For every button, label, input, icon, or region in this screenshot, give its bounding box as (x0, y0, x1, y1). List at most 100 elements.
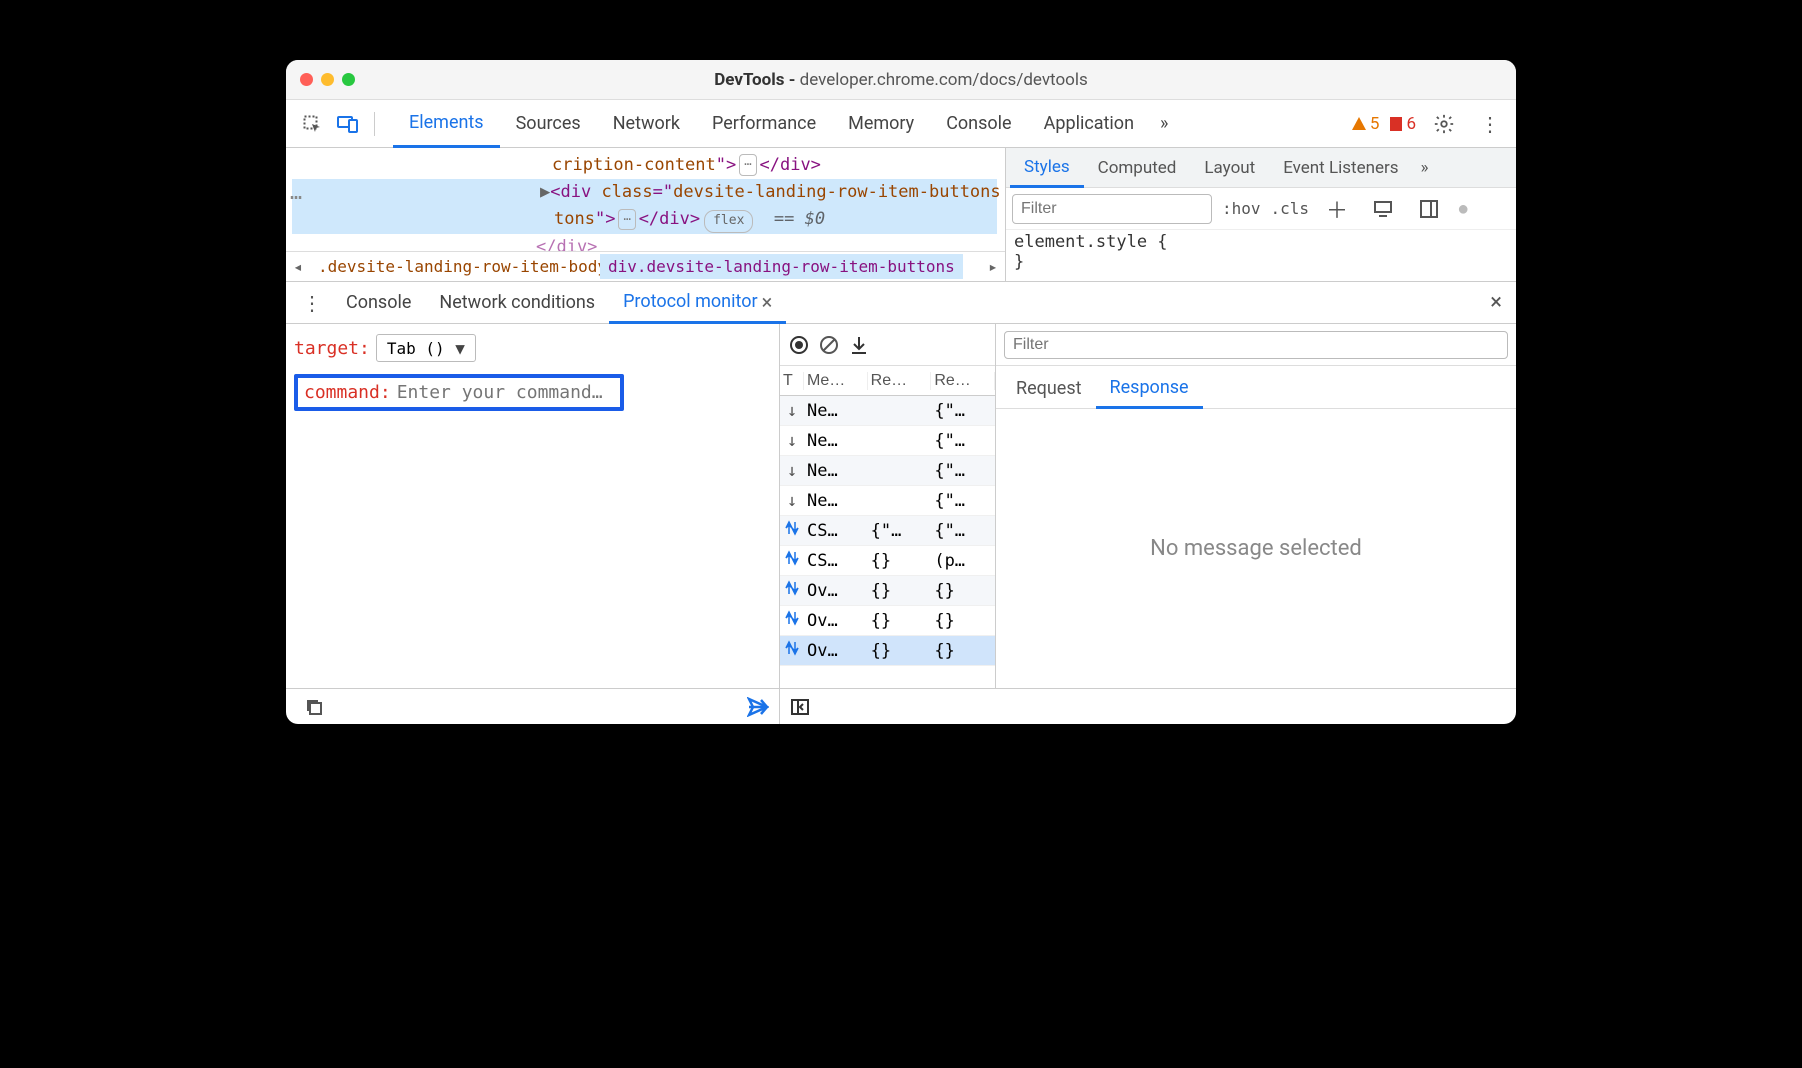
cell-response: {} (931, 641, 995, 661)
tab-styles[interactable]: Styles (1010, 148, 1084, 188)
main-toolbar: Elements Sources Network Performance Mem… (286, 100, 1516, 148)
tab-request[interactable]: Request (1002, 369, 1096, 409)
title-main: developer.chrome.com/docs/devtools (800, 70, 1088, 90)
target-label: target: (294, 338, 370, 359)
drawer-tab-network-conditions[interactable]: Network conditions (425, 282, 609, 324)
col-method[interactable]: Me… (804, 372, 868, 390)
toolbar-right: 5 6 ⋮ (1351, 110, 1508, 138)
protocol-toolbar (780, 324, 995, 366)
tab-event-listeners[interactable]: Event Listeners (1269, 148, 1412, 188)
errors-badge[interactable]: 6 (1389, 114, 1416, 134)
dom-line[interactable]: </div> (292, 234, 997, 251)
send-icon[interactable] (747, 697, 769, 717)
new-style-rule-icon[interactable]: ＋ (1323, 195, 1351, 223)
col-request[interactable]: Re… (868, 372, 932, 390)
table-row[interactable]: ↓Ne…{"… (780, 456, 995, 486)
title-prefix: DevTools - (714, 70, 799, 90)
breadcrumb-item[interactable]: .devsite-landing-row-item-body (310, 254, 600, 279)
table-row[interactable]: ↓Ne…{"… (780, 486, 995, 516)
cell-response: {"… (931, 521, 995, 541)
clear-icon[interactable] (816, 332, 842, 358)
computed-sidebar-icon[interactable] (1415, 195, 1443, 223)
tab-elements[interactable]: Elements (393, 100, 500, 148)
tab-sources[interactable]: Sources (500, 100, 597, 148)
cell-response: {"… (931, 461, 995, 481)
close-drawer-icon[interactable]: × (1490, 290, 1510, 315)
copy-icon[interactable] (300, 693, 328, 721)
cell-response: {} (931, 611, 995, 631)
devtools-window: DevTools - developer.chrome.com/docs/dev… (286, 60, 1516, 724)
dom-line-selected[interactable]: ▶<div class="devsite-landing-row-item-bu… (292, 179, 997, 206)
direction-icon: ↓ (780, 431, 804, 451)
protocol-messages-pane: T Me… Re… Re… ↓Ne…{"…↓Ne…{"…↓Ne…{"…↓Ne…{… (780, 324, 996, 688)
breadcrumb-right-icon[interactable]: ▸ (981, 257, 1005, 276)
warnings-badge[interactable]: 5 (1351, 114, 1380, 134)
col-type[interactable]: T (780, 372, 804, 390)
cls-toggle[interactable]: .cls (1271, 199, 1310, 218)
tabs-overflow-icon[interactable]: » (1150, 100, 1178, 148)
hov-toggle[interactable]: :hov (1222, 199, 1261, 218)
download-icon[interactable] (846, 332, 872, 358)
toggle-left-sidebar-icon[interactable] (786, 693, 814, 721)
tab-memory[interactable]: Memory (832, 100, 930, 148)
tab-computed[interactable]: Computed (1084, 148, 1191, 188)
cell-method: Ne… (804, 461, 868, 481)
styles-tabs-overflow-icon[interactable]: » (1413, 148, 1437, 188)
table-row[interactable]: Ov…{}{} (780, 606, 995, 636)
target-select[interactable]: Tab () ▼ (376, 334, 476, 362)
close-window-button[interactable] (300, 73, 313, 86)
dom-line[interactable]: cription-content">⋯</div> (292, 152, 997, 179)
zoom-window-button[interactable] (342, 73, 355, 86)
direction-icon (780, 640, 804, 661)
cell-method: Ne… (804, 431, 868, 451)
protocol-message-table[interactable]: T Me… Re… Re… ↓Ne…{"…↓Ne…{"…↓Ne…{"…↓Ne…{… (780, 366, 995, 688)
kebab-menu-icon[interactable]: ⋮ (1472, 112, 1508, 136)
collapsed-icon[interactable]: ⋯ (618, 209, 635, 230)
breadcrumb-left-icon[interactable]: ◂ (286, 257, 310, 276)
minimize-window-button[interactable] (321, 73, 334, 86)
close-tab-icon[interactable]: × (762, 290, 773, 314)
protocol-monitor-body: target: Tab () ▼ command: (286, 324, 1516, 688)
styles-filter-input[interactable] (1012, 194, 1212, 224)
settings-icon[interactable] (1430, 110, 1458, 138)
dom-line-selected-cont[interactable]: tons">⋯</div>flex == $0 (292, 206, 997, 233)
table-row[interactable]: ↓Ne…{"… (780, 396, 995, 426)
table-row[interactable]: Ov…{}{} (780, 576, 995, 606)
drawer-tab-protocol-monitor[interactable]: Protocol monitor × (609, 282, 786, 324)
protocol-filter-input[interactable] (1004, 331, 1508, 359)
record-icon[interactable] (786, 332, 812, 358)
breadcrumb-item-active[interactable]: div.devsite-landing-row-item-buttons (600, 254, 963, 279)
tab-performance[interactable]: Performance (696, 100, 832, 148)
titlebar: DevTools - developer.chrome.com/docs/dev… (286, 60, 1516, 100)
inspect-element-icon[interactable] (298, 110, 326, 138)
cell-request: {} (868, 611, 932, 631)
flex-badge[interactable]: flex (704, 210, 753, 233)
flexbox-editor-icon[interactable] (1369, 195, 1397, 223)
device-toolbar-icon[interactable] (334, 110, 362, 138)
drawer-tabs: ⋮ Console Network conditions Protocol mo… (286, 282, 1516, 324)
tab-response[interactable]: Response (1096, 369, 1203, 409)
tab-console[interactable]: Console (930, 100, 1027, 148)
dom-tree[interactable]: … cription-content">⋯</div> ▶<div class=… (286, 148, 1005, 251)
table-row[interactable]: Ov…{}{} (780, 636, 995, 666)
tab-network[interactable]: Network (597, 100, 696, 148)
styles-pane: Styles Computed Layout Event Listeners »… (1006, 148, 1516, 281)
tab-application[interactable]: Application (1028, 100, 1150, 148)
table-row[interactable]: CS…{"…{"… (780, 516, 995, 546)
overflow-indicator: … (290, 176, 303, 208)
styles-rules[interactable]: element.style { } (1006, 230, 1516, 274)
col-response[interactable]: Re… (931, 372, 995, 390)
elements-pane: … cription-content">⋯</div> ▶<div class=… (286, 148, 1006, 281)
collapsed-icon[interactable]: ⋯ (739, 154, 756, 175)
direction-icon (780, 550, 804, 571)
tab-layout[interactable]: Layout (1190, 148, 1269, 188)
command-input-box[interactable]: command: (294, 374, 624, 411)
table-row[interactable]: CS…{}(p… (780, 546, 995, 576)
styles-tabs: Styles Computed Layout Event Listeners » (1006, 148, 1516, 188)
direction-icon (780, 610, 804, 631)
drawer-menu-icon[interactable]: ⋮ (292, 291, 332, 315)
drawer-tab-console[interactable]: Console (332, 282, 425, 324)
table-row[interactable]: ↓Ne…{"… (780, 426, 995, 456)
command-input[interactable] (397, 382, 629, 403)
protocol-bottom-center (780, 693, 820, 721)
